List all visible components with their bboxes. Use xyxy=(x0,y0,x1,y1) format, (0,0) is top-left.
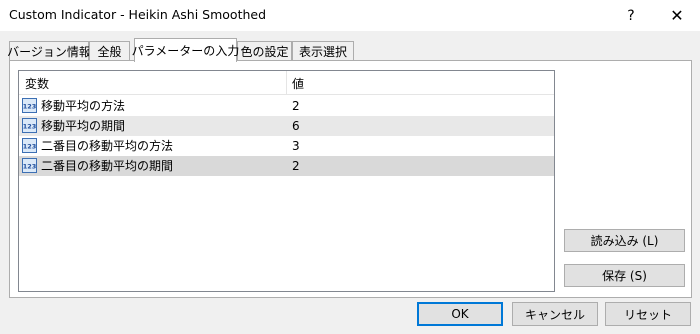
ok-button[interactable]: OK xyxy=(417,302,503,326)
tab-strip: バージョン情報 全般 パラメーターの入力 色の設定 表示選択 xyxy=(0,38,700,62)
int-123-icon: 123 xyxy=(22,158,37,173)
row-value[interactable]: 2 xyxy=(292,96,300,116)
row-name: 二番目の移動平均の方法 xyxy=(41,139,174,153)
tab-visualization[interactable]: 表示選択 xyxy=(292,41,354,61)
tab-version-info[interactable]: バージョン情報 xyxy=(7,41,91,61)
row-name: 移動平均の期間 xyxy=(41,119,126,133)
help-button[interactable]: ? xyxy=(608,0,654,31)
svg-text:123: 123 xyxy=(23,163,37,171)
reset-button[interactable]: リセット xyxy=(605,302,691,326)
grid-row[interactable]: 123 移動平均の方法 2 xyxy=(19,96,554,116)
svg-text:123: 123 xyxy=(23,143,37,151)
cancel-button[interactable]: キャンセル xyxy=(512,302,598,326)
title-bar: Custom Indicator - Heikin Ashi Smoothed … xyxy=(0,0,700,31)
parameter-grid[interactable]: 変数 値 123 移動平均の方法 2 123 移動平均の期間 6 123 二番目… xyxy=(18,70,555,292)
grid-row[interactable]: 123 移動平均の期間 6 xyxy=(19,116,554,136)
row-name: 移動平均の方法 xyxy=(41,99,126,113)
int-123-icon: 123 xyxy=(22,98,37,113)
int-123-icon: 123 xyxy=(22,118,37,133)
row-value[interactable]: 3 xyxy=(292,136,300,156)
svg-text:123: 123 xyxy=(23,103,37,111)
tab-parameters[interactable]: パラメーターの入力 xyxy=(132,38,239,62)
row-value[interactable]: 2 xyxy=(292,156,300,176)
grid-header: 変数 値 xyxy=(19,71,554,95)
row-value[interactable]: 6 xyxy=(292,116,300,136)
tab-colors[interactable]: 色の設定 xyxy=(237,41,292,61)
row-name: 二番目の移動平均の期間 xyxy=(41,159,174,173)
grid-row[interactable]: 123 二番目の移動平均の期間 2 xyxy=(19,156,554,176)
close-button[interactable]: ✕ xyxy=(654,0,700,31)
tab-general[interactable]: 全般 xyxy=(89,41,130,61)
int-123-icon: 123 xyxy=(22,138,37,153)
save-button[interactable]: 保存 (S) xyxy=(564,264,685,287)
column-header-value[interactable]: 値 xyxy=(287,71,554,95)
window-title: Custom Indicator - Heikin Ashi Smoothed xyxy=(9,7,267,22)
grid-row[interactable]: 123 二番目の移動平均の方法 3 xyxy=(19,136,554,156)
load-button[interactable]: 読み込み (L) xyxy=(564,229,685,252)
svg-text:123: 123 xyxy=(23,123,37,131)
column-header-variable[interactable]: 変数 xyxy=(19,71,287,95)
